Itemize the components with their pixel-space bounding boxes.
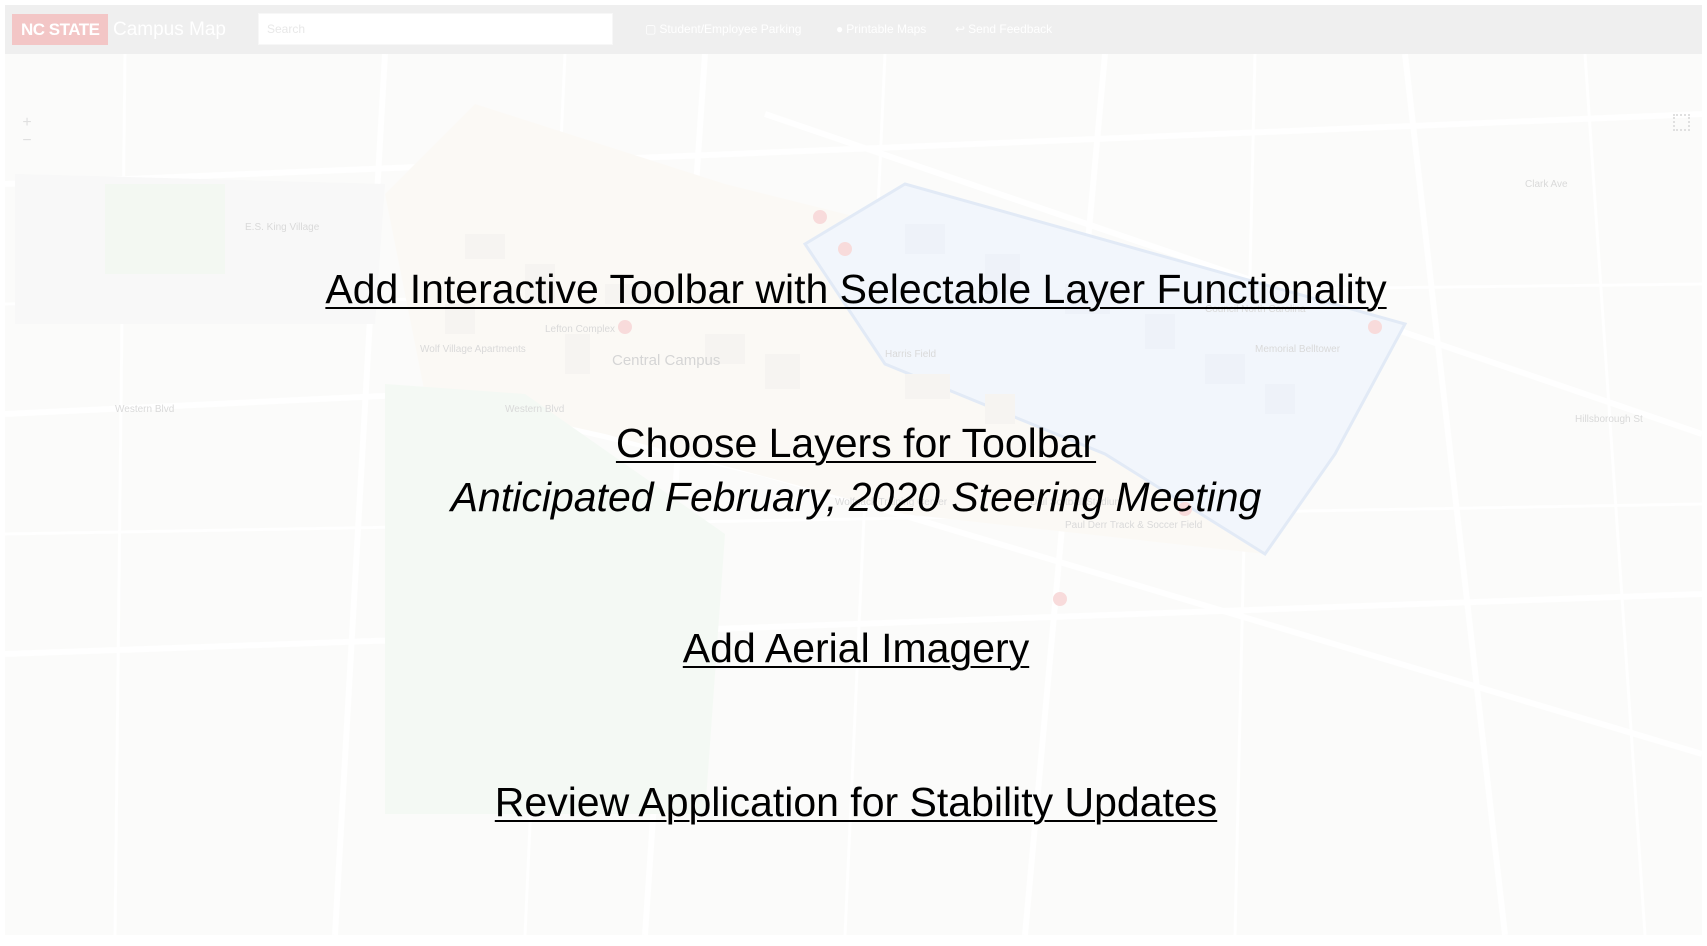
printable-maps-label: Printable Maps (846, 22, 927, 36)
zoom-control: + − (16, 114, 38, 150)
slide-canvas: Central Campus E.S. King Village Western… (0, 0, 1707, 946)
map-pin-icon: ● (836, 22, 844, 36)
printable-maps-link[interactable]: ● Printable Maps (836, 22, 926, 36)
parking-layer-toggle[interactable]: ▢ Student/Employee Parking (645, 22, 801, 36)
map-label-central-campus: Central Campus (612, 352, 721, 369)
send-feedback-link[interactable]: ↩ Send Feedback (955, 22, 1052, 36)
map-label-memorial: Memorial Belltower (1255, 344, 1341, 355)
agenda-item-choose-layers: Choose Layers for Toolbar (615, 420, 1097, 466)
reply-icon: ↩ (955, 22, 966, 36)
send-feedback-label: Send Feedback (968, 22, 1053, 36)
map-label-track-field: Paul Derr Track & Soccer Field (1065, 520, 1203, 531)
agenda-item-aerial-imagery: Add Aerial Imagery (682, 625, 1030, 671)
map-label-clark-ave: Clark Ave (1525, 179, 1568, 190)
agenda-note-steering-meeting: Anticipated February, 2020 Steering Meet… (450, 474, 1262, 520)
agenda-item-stability-review: Review Application for Stability Updates (494, 779, 1218, 825)
map-label-western-blvd-2: Western Blvd (505, 404, 565, 415)
agenda-item-toolbar: Add Interactive Toolbar with Selectable … (325, 266, 1387, 312)
checkbox-icon: ▢ (645, 22, 657, 36)
parking-layer-label: Student/Employee Parking (659, 22, 802, 36)
map-label-western-blvd: Western Blvd (115, 404, 175, 415)
fullscreen-icon[interactable] (1673, 114, 1690, 131)
map-label-wolf-village: Wolf Village Apartments (420, 344, 526, 355)
zoom-out-button[interactable]: − (16, 132, 38, 150)
map-label-lefton: Lefton Complex (545, 324, 616, 335)
ncstate-logo[interactable]: NC STATE (12, 14, 109, 45)
search-input[interactable]: Search (258, 13, 613, 45)
app-title[interactable]: Campus Map (113, 14, 226, 45)
map-top-bar: NC STATE Campus Map Search ▢ Student/Empl… (5, 5, 1702, 54)
map-label-harris-field: Harris Field (885, 349, 937, 360)
zoom-in-button[interactable]: + (16, 114, 38, 132)
map-label-ek-village: E.S. King Village (245, 222, 320, 233)
